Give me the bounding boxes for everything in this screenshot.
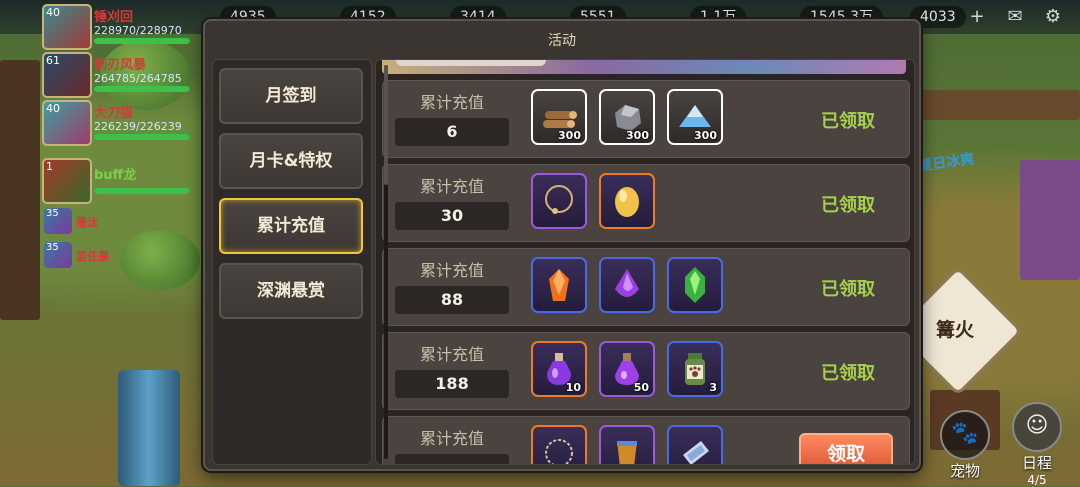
mail-icon[interactable]: ✉	[1002, 5, 1028, 29]
hp-text: 228970/228970	[94, 24, 182, 37]
claimed-status: 已领取	[821, 363, 875, 384]
ring-necklace-icon[interactable]	[531, 425, 587, 464]
purple-flask-icon[interactable]: 50	[599, 341, 655, 397]
crystal-dust-icon[interactable]: 300	[667, 89, 723, 145]
party-member[interactable]: 40 锤刈回 228970/228970	[42, 4, 192, 50]
tab-abyss-bounty[interactable]: 深渊悬赏	[219, 263, 363, 319]
scrollbar-thumb[interactable]	[384, 65, 388, 185]
minion-name: 蓝任墨	[76, 250, 109, 263]
hp-bar-fill	[94, 134, 190, 140]
tier-amount: 188	[395, 370, 509, 398]
reward-row: 累计充值 188 10 50 3 已领取	[382, 332, 910, 410]
tab-monthly-signin[interactable]: 月签到	[219, 68, 363, 124]
pet-button[interactable]: 🐾 宠物	[934, 410, 996, 480]
tier-amount: 30	[395, 202, 509, 230]
scrollbar[interactable]	[384, 65, 388, 459]
reward-row: 累计充值 6 300 300 300 已领取	[382, 80, 910, 158]
minion-entry[interactable]: 35 墨汰	[44, 208, 164, 234]
claimed-status: 已领取	[821, 279, 875, 300]
purple-gem-icon[interactable]	[599, 257, 655, 313]
activity-panel: 活动 月签到 月卡&特权 累计充值 深渊悬赏 累计充值 6 300 300 30…	[203, 19, 921, 471]
event-banner	[382, 60, 906, 74]
bucket-icon[interactable]	[599, 425, 655, 464]
golden-egg-icon[interactable]	[599, 173, 655, 229]
reward-list[interactable]: 累计充值 6 300 300 300 已领取 累计充值 30 已领取 累计充值 …	[375, 59, 915, 465]
panel-title: 活动	[548, 33, 576, 49]
level-badge: 40	[46, 102, 60, 115]
fence-post	[920, 90, 1080, 120]
item-count: 300	[626, 129, 649, 142]
minion-entry[interactable]: 35 蓝任墨	[44, 242, 164, 268]
purple-potion-icon[interactable]: 10	[531, 341, 587, 397]
reward-row: 累计充值 领取	[382, 416, 910, 464]
schedule-label: 日程	[1021, 454, 1052, 472]
wood-logs-icon[interactable]: 300	[531, 89, 587, 145]
ice-pillar	[118, 370, 180, 486]
member-name: 大刀猫	[94, 106, 134, 121]
member-name: 剑刃风暴	[94, 58, 147, 73]
level-badge: 35	[46, 242, 59, 253]
level-badge: 61	[46, 54, 60, 67]
schedule-icon: ☺	[1012, 402, 1062, 452]
member-name: 锤刈回	[94, 10, 134, 25]
claimed-status: 已领取	[821, 111, 875, 132]
tab-cumulative-recharge[interactable]: 累计充值	[219, 198, 363, 254]
item-count: 3	[709, 381, 717, 394]
necklace-icon[interactable]	[531, 173, 587, 229]
paw-icon: 🐾	[940, 410, 990, 460]
reward-row: 累计充值 30 已领取	[382, 164, 910, 242]
event-sign: 夏日冰爽	[917, 151, 976, 175]
pet-label: 宠物	[949, 462, 980, 480]
tier-label: 累计充值	[419, 261, 484, 280]
plus-icon[interactable]: +	[964, 5, 990, 29]
item-count: 50	[633, 381, 649, 394]
schedule-button[interactable]: ☺ 日程 4/5	[1006, 402, 1068, 487]
orange-gem-icon[interactable]	[531, 257, 587, 313]
hp-bar-fill	[94, 86, 190, 92]
tier-label: 累计充值	[419, 93, 484, 112]
item-count: 10	[565, 381, 581, 394]
hp-text: 226239/226239	[94, 120, 182, 133]
hp-bar	[94, 188, 190, 194]
tier-label: 累计充值	[419, 345, 484, 364]
minion-name: 墨汰	[76, 216, 98, 229]
tier-amount	[395, 454, 509, 464]
hp-bar	[94, 134, 190, 140]
hp-text: 264785/264785	[94, 72, 182, 85]
tier-label: 累计充值	[419, 177, 484, 196]
fence-post	[0, 60, 40, 320]
iron-ore-icon[interactable]: 300	[599, 89, 655, 145]
tier-amount: 6	[395, 118, 509, 146]
campfire-label: 篝火	[935, 319, 974, 341]
hp-bar-fill	[94, 38, 190, 44]
activity-tabs: 月签到 月卡&特权 累计充值 深渊悬赏	[212, 59, 372, 465]
gear-icon[interactable]: ⚙	[1040, 5, 1066, 29]
level-badge: 35	[46, 208, 59, 219]
market-stall	[1020, 160, 1080, 280]
party-member[interactable]: 1 buff龙	[42, 158, 192, 204]
tier-amount: 88	[395, 286, 509, 314]
green-gem-icon[interactable]	[667, 257, 723, 313]
level-badge: 1	[46, 160, 53, 173]
hp-bar	[94, 86, 190, 92]
claim-button[interactable]: 领取	[799, 433, 893, 464]
scroll-icon[interactable]	[667, 425, 723, 464]
schedule-count: 4/5	[1027, 473, 1047, 487]
level-badge: 40	[46, 6, 60, 19]
reward-row: 累计充值 88 已领取	[382, 248, 910, 326]
claimed-status: 已领取	[821, 195, 875, 216]
tab-monthly-card[interactable]: 月卡&特权	[219, 133, 363, 189]
item-count: 300	[558, 129, 581, 142]
paw-jar-icon[interactable]: 3	[667, 341, 723, 397]
party-member[interactable]: 40 大刀猫 226239/226239	[42, 100, 192, 146]
member-name: buff龙	[94, 168, 137, 183]
hp-bar	[94, 38, 190, 44]
item-count: 300	[694, 129, 717, 142]
hp-bar-fill	[94, 188, 190, 194]
party-member[interactable]: 61 剑刃风暴 264785/264785	[42, 52, 192, 98]
tier-label: 累计充值	[419, 429, 484, 448]
